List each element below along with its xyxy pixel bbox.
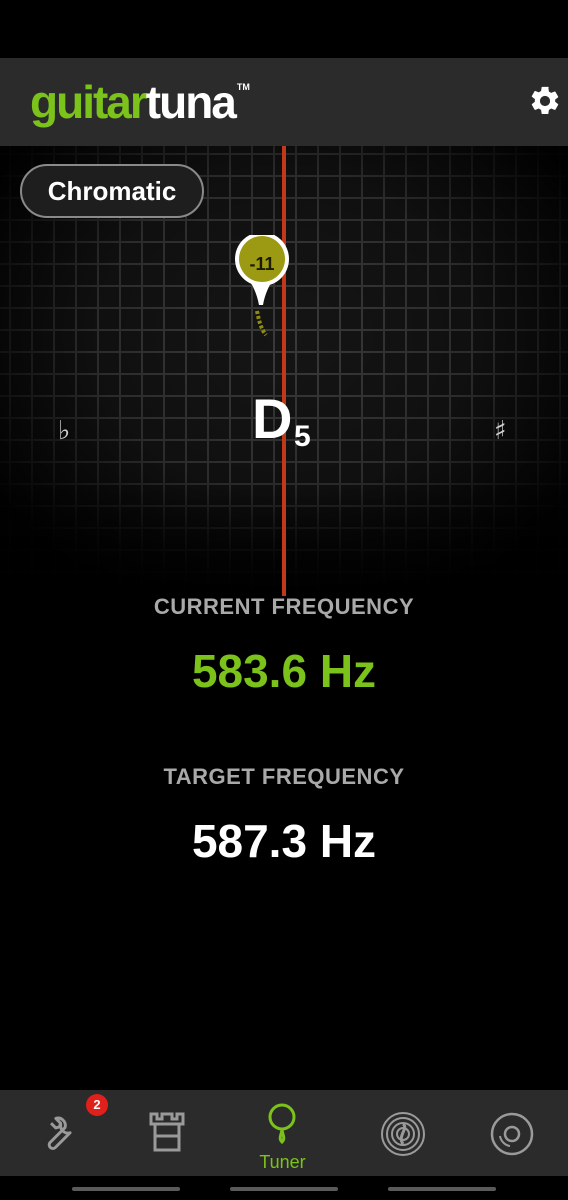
status-bar [0, 0, 568, 58]
sharp-icon: ♯ [494, 416, 507, 446]
tuner-icon [268, 1103, 296, 1145]
current-frequency-label: CURRENT FREQUENCY [153, 594, 415, 619]
target-frequency-label: TARGET FREQUENCY [163, 764, 405, 789]
target-frequency-value: 587.3 Hz [191, 815, 377, 867]
system-navigation-bar [0, 1176, 568, 1200]
nav-fingerprint[interactable] [339, 1090, 452, 1176]
pitch-indicator-pin [235, 235, 289, 337]
tuning-mode-button[interactable]: Chromatic [20, 164, 204, 218]
tuner-display: Chromatic -11 ♭ D 5 ♯ [0, 146, 568, 596]
flat-icon: ♭ [58, 416, 71, 446]
guitartuna-logo: guitartuna TM [30, 76, 250, 128]
system-home-gesture[interactable] [230, 1187, 338, 1191]
tower-icon [149, 1112, 185, 1152]
cents-offset: -11 [249, 254, 275, 274]
nav-tools[interactable]: 2 [0, 1090, 113, 1176]
system-back-gesture[interactable] [72, 1187, 180, 1191]
note-name: D [252, 387, 293, 450]
bottom-navigation: 2 Tuner [0, 1090, 568, 1176]
fingerprint-icon [381, 1112, 425, 1156]
wrench-icon [47, 1116, 72, 1150]
settings-gear-icon[interactable] [528, 84, 564, 120]
disc-icon [490, 1112, 534, 1156]
nav-tuner-label: Tuner [259, 1152, 306, 1172]
current-frequency-value: 583.6 Hz [191, 645, 377, 697]
system-recents-gesture[interactable] [388, 1187, 496, 1191]
app-bar: guitartuna TM [0, 58, 568, 146]
nav-tuner[interactable]: Tuner [226, 1090, 339, 1176]
note-octave: 5 [294, 420, 311, 453]
nav-tower[interactable] [113, 1090, 226, 1176]
nav-disc[interactable] [452, 1090, 565, 1176]
notification-badge: 2 [86, 1094, 108, 1116]
center-line [282, 146, 286, 596]
